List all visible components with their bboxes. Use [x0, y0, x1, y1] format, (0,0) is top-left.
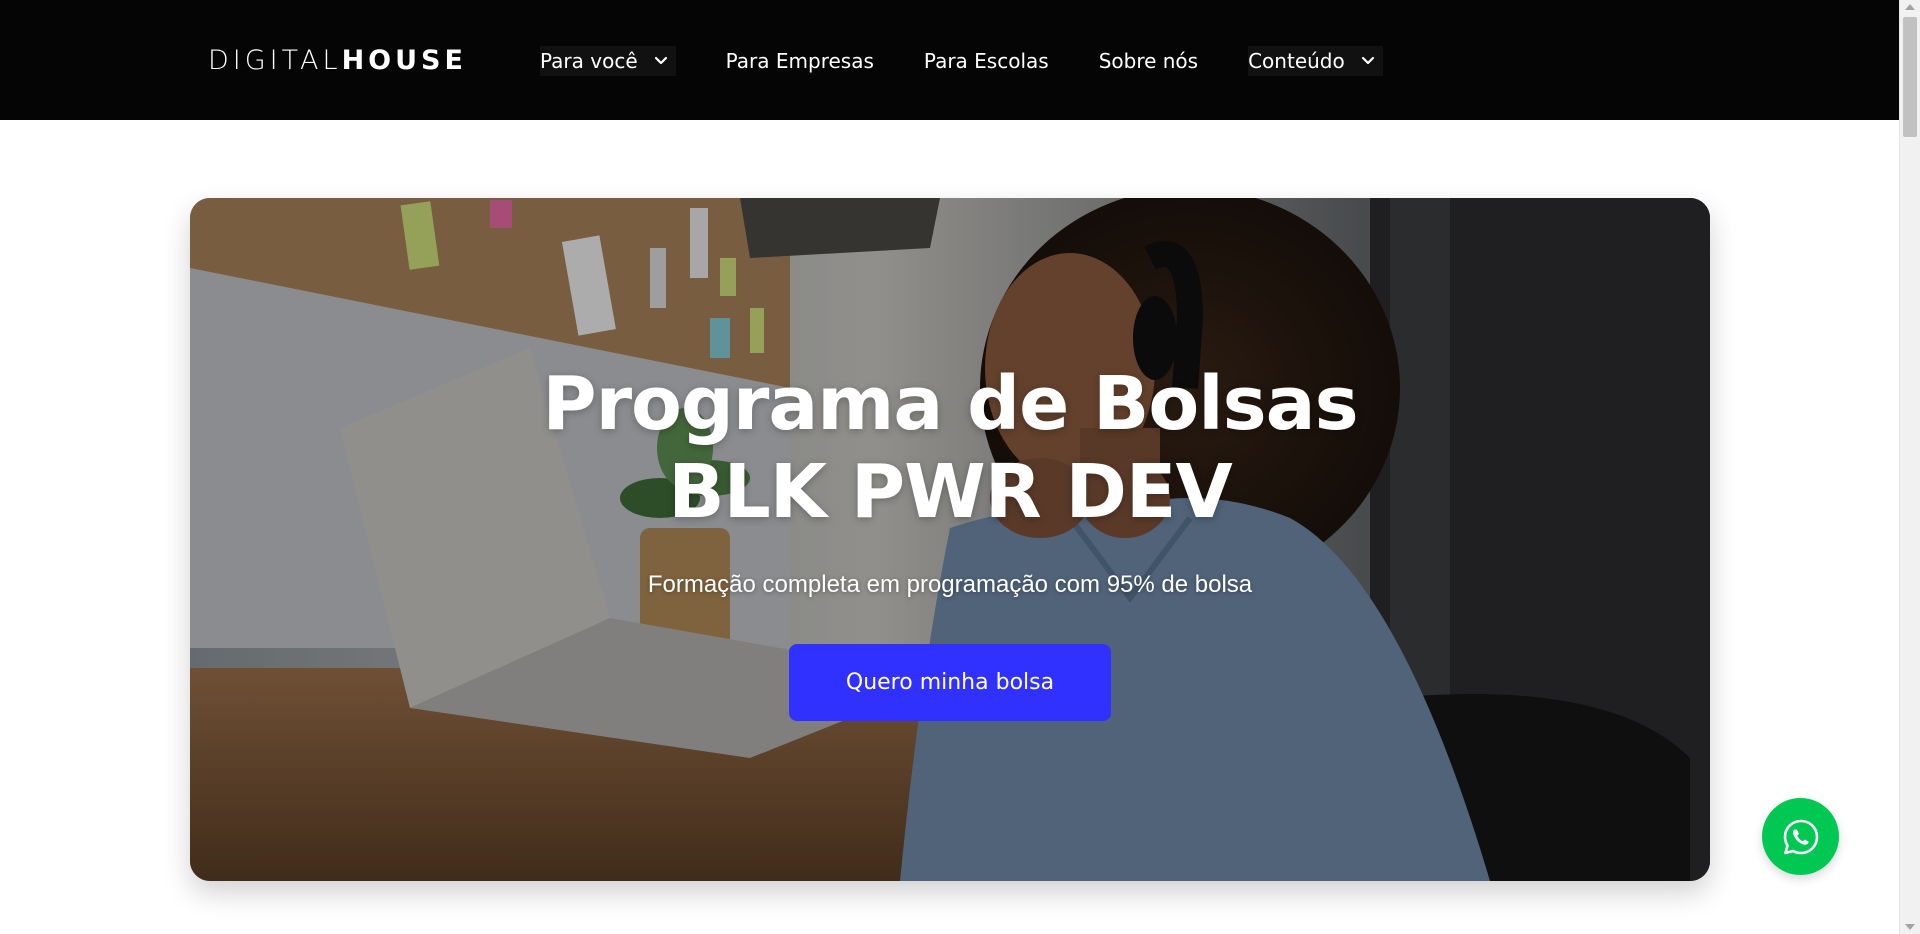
scroll-down-arrow-icon[interactable] [1905, 924, 1915, 930]
top-navigation-bar: DIGITAL HOUSE Para você Para Empresas Par… [0, 0, 1899, 120]
nav-item-sobre-nos[interactable]: Sobre nós [1099, 46, 1198, 76]
hero-title: Programa de Bolsas BLK PWR DEV [190, 360, 1710, 536]
nav-item-para-escolas[interactable]: Para Escolas [924, 46, 1049, 76]
nav-item-conteudo[interactable]: Conteúdo [1248, 46, 1383, 76]
chevron-down-icon [654, 56, 667, 65]
hero-banner: Programa de Bolsas BLK PWR DEV Formação … [190, 198, 1710, 881]
scrollbar-thumb[interactable] [1903, 17, 1917, 137]
quero-minha-bolsa-button[interactable]: Quero minha bolsa [789, 644, 1111, 721]
nav-item-label: Para Escolas [923, 49, 1049, 73]
nav-item-label: Para Empresas [725, 49, 874, 73]
hero-title-line-1: Programa de Bolsas [542, 361, 1358, 447]
digital-house-logo[interactable]: DIGITAL HOUSE [208, 44, 467, 76]
nav-item-label: Sobre nós [1098, 49, 1199, 73]
vertical-scrollbar[interactable] [1899, 0, 1920, 934]
logo-light-text: DIGITAL [208, 44, 342, 76]
hero-content: Programa de Bolsas BLK PWR DEV Formação … [190, 198, 1710, 881]
nav-item-para-empresas[interactable]: Para Empresas [726, 46, 874, 76]
whatsapp-icon [1783, 819, 1818, 854]
scroll-up-arrow-icon[interactable] [1905, 4, 1915, 10]
nav-item-label: Conteúdo [1248, 49, 1345, 73]
whatsapp-button[interactable] [1762, 798, 1839, 875]
logo-bold-text: HOUSE [341, 44, 467, 76]
nav-item-para-voce[interactable]: Para você [540, 46, 676, 76]
main-nav: Para você Para Empresas Para Escolas Sob… [540, 46, 1383, 76]
hero-subtitle: Formação completa em programação com 95%… [647, 571, 1253, 598]
nav-item-label: Para você [540, 49, 638, 73]
chevron-down-icon [1361, 56, 1374, 65]
hero-title-line-2: BLK PWR DEV [668, 449, 1233, 535]
